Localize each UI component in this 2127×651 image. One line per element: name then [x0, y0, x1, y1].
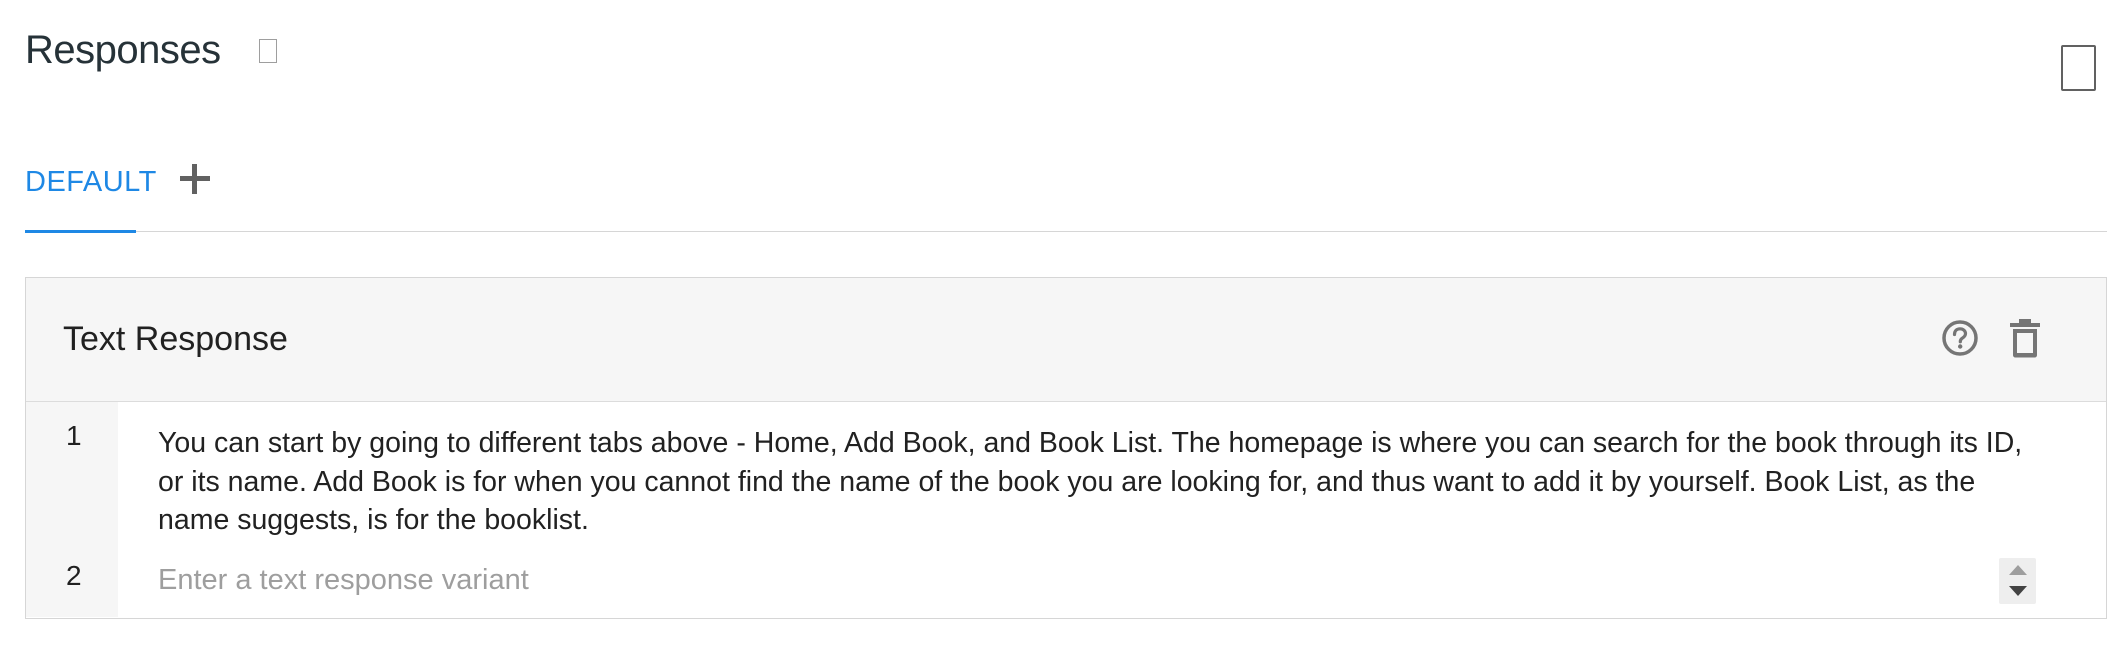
help-circle-icon[interactable] — [1941, 319, 1979, 357]
text-response-card: Text Response 1 2 You can start by going… — [25, 277, 2107, 619]
card-title: Text Response — [63, 320, 288, 358]
info-icon[interactable] — [258, 38, 277, 63]
new-variant-input[interactable]: Enter a text response variant — [158, 564, 529, 597]
resize-stepper[interactable] — [1999, 558, 2036, 604]
add-tab-plus-icon[interactable] — [178, 162, 210, 194]
responses-toggle-checkbox[interactable] — [2061, 45, 2096, 91]
row-number: 1 — [66, 420, 82, 451]
active-tab-indicator — [25, 230, 136, 233]
chevron-down-icon[interactable] — [2009, 586, 2027, 596]
trash-icon[interactable] — [2008, 318, 2042, 358]
card-header: Text Response — [26, 278, 2106, 402]
page-title: Responses — [25, 28, 221, 72]
page: Responses DEFAULT Text Response 1 2 You … — [0, 0, 2127, 651]
chevron-up-icon[interactable] — [2009, 565, 2027, 575]
row-number: 2 — [66, 560, 82, 591]
response-tabs: DEFAULT — [25, 150, 2107, 233]
responses-header: Responses — [25, 28, 277, 73]
tab-default[interactable]: DEFAULT — [25, 166, 157, 199]
text-response-variant[interactable]: You can start by going to different tabs… — [158, 424, 2028, 540]
